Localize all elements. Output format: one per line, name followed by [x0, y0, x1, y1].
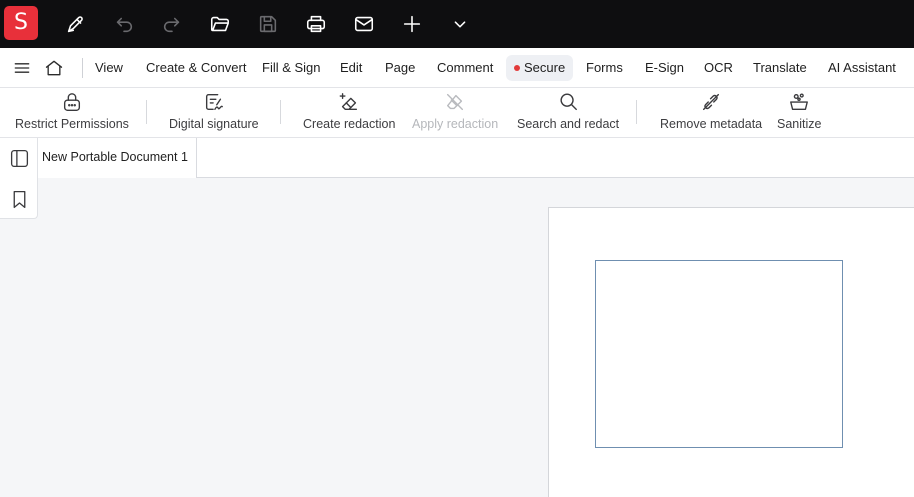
menu-ai-assistant[interactable]: AI Assistant: [820, 55, 904, 81]
lock-icon: [63, 93, 80, 111]
undo-icon[interactable]: [109, 9, 139, 39]
digital-signature-button[interactable]: Digital signature: [169, 91, 259, 135]
search-and-redact-label: Search and redact: [517, 117, 620, 131]
search-and-redact-button[interactable]: Search and redact: [517, 91, 619, 135]
menu-view[interactable]: View: [87, 55, 131, 81]
secure-ribbon: Restrict Permissions Digital signature C…: [0, 88, 914, 138]
ribbon-divider: [146, 100, 147, 124]
eraser-icon: [447, 93, 464, 111]
sanitize-icon: [790, 93, 809, 111]
save-icon[interactable]: [253, 9, 283, 39]
panel-toggle-icon[interactable]: [6, 145, 32, 171]
menu-translate[interactable]: Translate: [745, 55, 815, 81]
eraser-plus-icon: [339, 93, 358, 111]
menu-bar: View Create & Convert Fill & Sign Edit P…: [0, 48, 914, 88]
bookmark-icon[interactable]: [6, 186, 32, 212]
search-icon: [560, 93, 578, 111]
menu-secure[interactable]: Secure: [506, 55, 574, 81]
chevron-down-icon[interactable]: [445, 9, 475, 39]
open-folder-icon[interactable]: [205, 9, 235, 39]
menu-edit[interactable]: Edit: [332, 55, 370, 81]
left-side-panel: [0, 138, 38, 219]
ribbon-divider: [636, 100, 637, 124]
remove-metadata-label: Remove metadata: [660, 117, 763, 131]
print-icon[interactable]: [301, 9, 331, 39]
menu-create-convert[interactable]: Create & Convert: [138, 55, 254, 81]
menu-comment[interactable]: Comment: [429, 55, 501, 81]
signature-icon: [205, 93, 223, 111]
ribbon-divider: [280, 100, 281, 124]
create-redaction-label: Create redaction: [303, 117, 396, 131]
menu-secure-label: Secure: [524, 60, 566, 75]
apply-redaction-label: Apply redaction: [412, 117, 499, 131]
remove-metadata-button[interactable]: Remove metadata: [660, 91, 762, 135]
app-logo[interactable]: S: [4, 6, 38, 40]
menu-fill-sign[interactable]: Fill & Sign: [254, 55, 329, 81]
menu-page[interactable]: Page: [377, 55, 423, 81]
apply-redaction-button[interactable]: Apply redaction: [412, 91, 498, 135]
document-canvas[interactable]: [38, 178, 914, 497]
document-tab-strip: New Portable Document 1: [38, 138, 914, 178]
redo-icon[interactable]: [157, 9, 187, 39]
digital-signature-label: Digital signature: [169, 117, 259, 131]
create-redaction-button[interactable]: Create redaction: [303, 91, 395, 135]
mail-icon[interactable]: [349, 9, 379, 39]
active-indicator-dot: [514, 65, 520, 71]
sanitize-button[interactable]: Sanitize: [777, 91, 821, 135]
menu-divider: [82, 58, 83, 78]
top-toolbar: S: [0, 0, 914, 48]
home-icon[interactable]: [42, 56, 66, 80]
plus-icon[interactable]: [397, 9, 427, 39]
hamburger-menu-icon[interactable]: [10, 56, 34, 80]
restrict-permissions-label: Restrict Permissions: [15, 117, 129, 131]
pdf-page[interactable]: [548, 207, 914, 497]
menu-esign[interactable]: E-Sign: [637, 55, 692, 81]
sanitize-label: Sanitize: [777, 117, 822, 131]
menu-ocr[interactable]: OCR: [696, 55, 741, 81]
pen-icon[interactable]: [61, 9, 91, 39]
tab-new-portable-document-1[interactable]: New Portable Document 1: [38, 138, 197, 178]
restrict-permissions-button[interactable]: Restrict Permissions: [15, 91, 129, 135]
page-content-rectangle[interactable]: [595, 260, 843, 448]
menu-forms[interactable]: Forms: [578, 55, 631, 81]
remove-metadata-icon: [703, 93, 720, 111]
